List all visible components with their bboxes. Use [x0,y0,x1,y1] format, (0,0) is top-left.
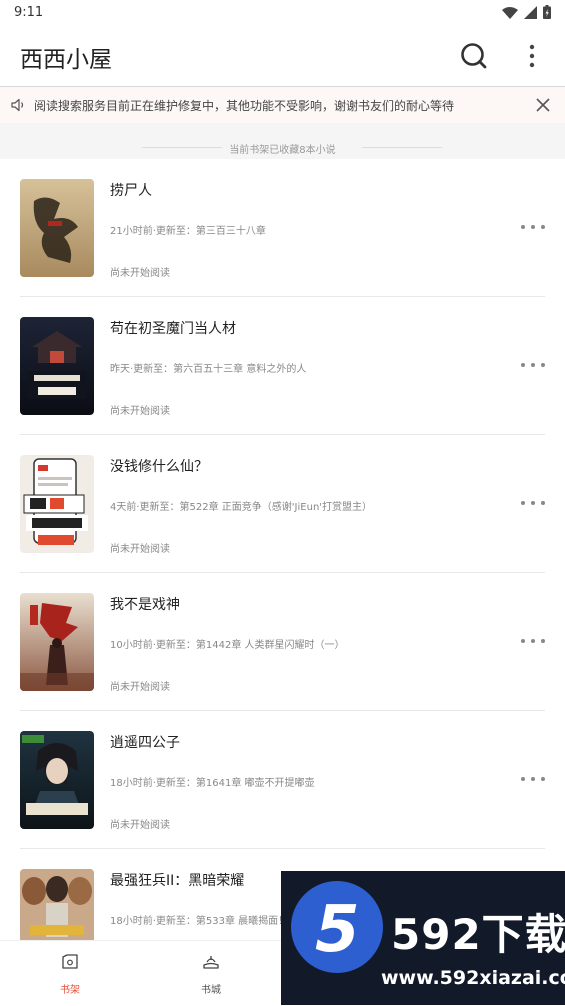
signal-icon [524,5,537,19]
book-cover[interactable] [20,731,94,829]
book-cover[interactable] [20,593,94,691]
book-title: 我不是戏神 [110,597,180,613]
more-vertical-icon [529,44,535,68]
watermark-brand: 592下载 [391,910,565,959]
book-progress: 尚未开始阅读 [110,544,170,555]
search-button[interactable] [458,40,490,72]
book-more-button[interactable] [521,773,545,785]
book-title: 捞尸人 [110,183,152,199]
watermark-digit: 5 [315,893,360,967]
book-title: 苟在初圣魔门当人材 [110,321,236,337]
book-update-info: 18小时前·更新至：第533章 晨曦揭面！ [110,916,289,927]
wifi-icon [502,6,518,19]
book-progress: 尚未开始阅读 [110,682,170,693]
nav-label: 书城 [201,985,221,996]
status-time: 9:11 [14,5,44,20]
nav-bookshelf[interactable]: 书架 [20,941,120,1006]
book-cover[interactable] [20,317,94,415]
bookstore-icon [203,956,219,969]
search-icon [461,43,487,69]
book-update-info: 18小时前·更新至：第1641章 嘟壶不开提嘟壶 [110,778,315,789]
close-icon [536,98,550,112]
shelf-count-text: 当前书架已收藏8本小说 [229,145,336,156]
notice-close-button[interactable] [534,96,552,114]
status-bar: 9:11 [0,0,565,26]
book-progress: 尚未开始阅读 [110,406,170,417]
book-progress: 尚未开始阅读 [110,820,170,831]
divider [362,147,442,148]
book-item[interactable]: 苟在初圣魔门当人材 昨天·更新至：第六百五十三章 意料之外的人 尚未开始阅读 [0,297,565,435]
book-item[interactable]: 逍遥四公子 18小时前·更新至：第1641章 嘟壶不开提嘟壶 尚未开始阅读 [0,711,565,849]
nav-label: 书架 [60,985,80,996]
book-more-button[interactable] [521,221,545,233]
book-title: 没钱修什么仙？ [110,459,208,475]
notice-bar: 阅读搜索服务目前正在维护修复中，其他功能不受影响，谢谢书友们的耐心等待 [0,87,565,123]
book-progress: 尚未开始阅读 [110,268,170,279]
bookshelf-icon [62,954,78,969]
status-icons [502,5,551,19]
book-title: 逍遥四公子 [110,735,180,751]
battery-icon [543,5,551,19]
book-list: 捞尸人 21小时前·更新至：第三百三十八章 尚未开始阅读 苟在初圣魔门当人材 昨… [0,159,565,987]
nav-bookstore[interactable]: 书城 [161,941,261,1006]
book-title: 最强狂兵II：黑暗荣耀 [110,873,245,889]
book-more-button[interactable] [521,497,545,509]
book-item[interactable]: 没钱修什么仙？ 4天前·更新至：第522章 正面竞争（感谢'JiEun'打赏盟主… [0,435,565,573]
book-update-info: 昨天·更新至：第六百五十三章 意料之外的人 [110,364,307,375]
app-bar: 西西小屋 [0,26,565,87]
book-update-info: 10小时前·更新至：第1442章 人类群星闪耀时（一） [110,640,345,651]
book-item[interactable]: 我不是戏神 10小时前·更新至：第1442章 人类群星闪耀时（一） 尚未开始阅读 [0,573,565,711]
more-options-button[interactable] [520,40,544,72]
shelf-info: 当前书架已收藏8本小说 [0,123,565,159]
notice-text: 阅读搜索服务目前正在维护修复中，其他功能不受影响，谢谢书友们的耐心等待 [34,99,455,113]
book-cover[interactable] [20,455,94,553]
app-title: 西西小屋 [20,47,112,73]
book-item[interactable]: 捞尸人 21小时前·更新至：第三百三十八章 尚未开始阅读 [0,159,565,297]
speaker-icon [11,98,24,112]
book-more-button[interactable] [521,359,545,371]
book-update-info: 21小时前·更新至：第三百三十八章 [110,226,266,237]
watermark-logo: 5 592下载 www.592xiazai.com [281,871,565,1005]
book-more-button[interactable] [521,635,545,647]
book-cover[interactable] [20,179,94,277]
watermark-url: www.592xiazai.com [381,967,565,989]
book-update-info: 4天前·更新至：第522章 正面竞争（感谢'JiEun'打赏盟主） [110,502,373,513]
